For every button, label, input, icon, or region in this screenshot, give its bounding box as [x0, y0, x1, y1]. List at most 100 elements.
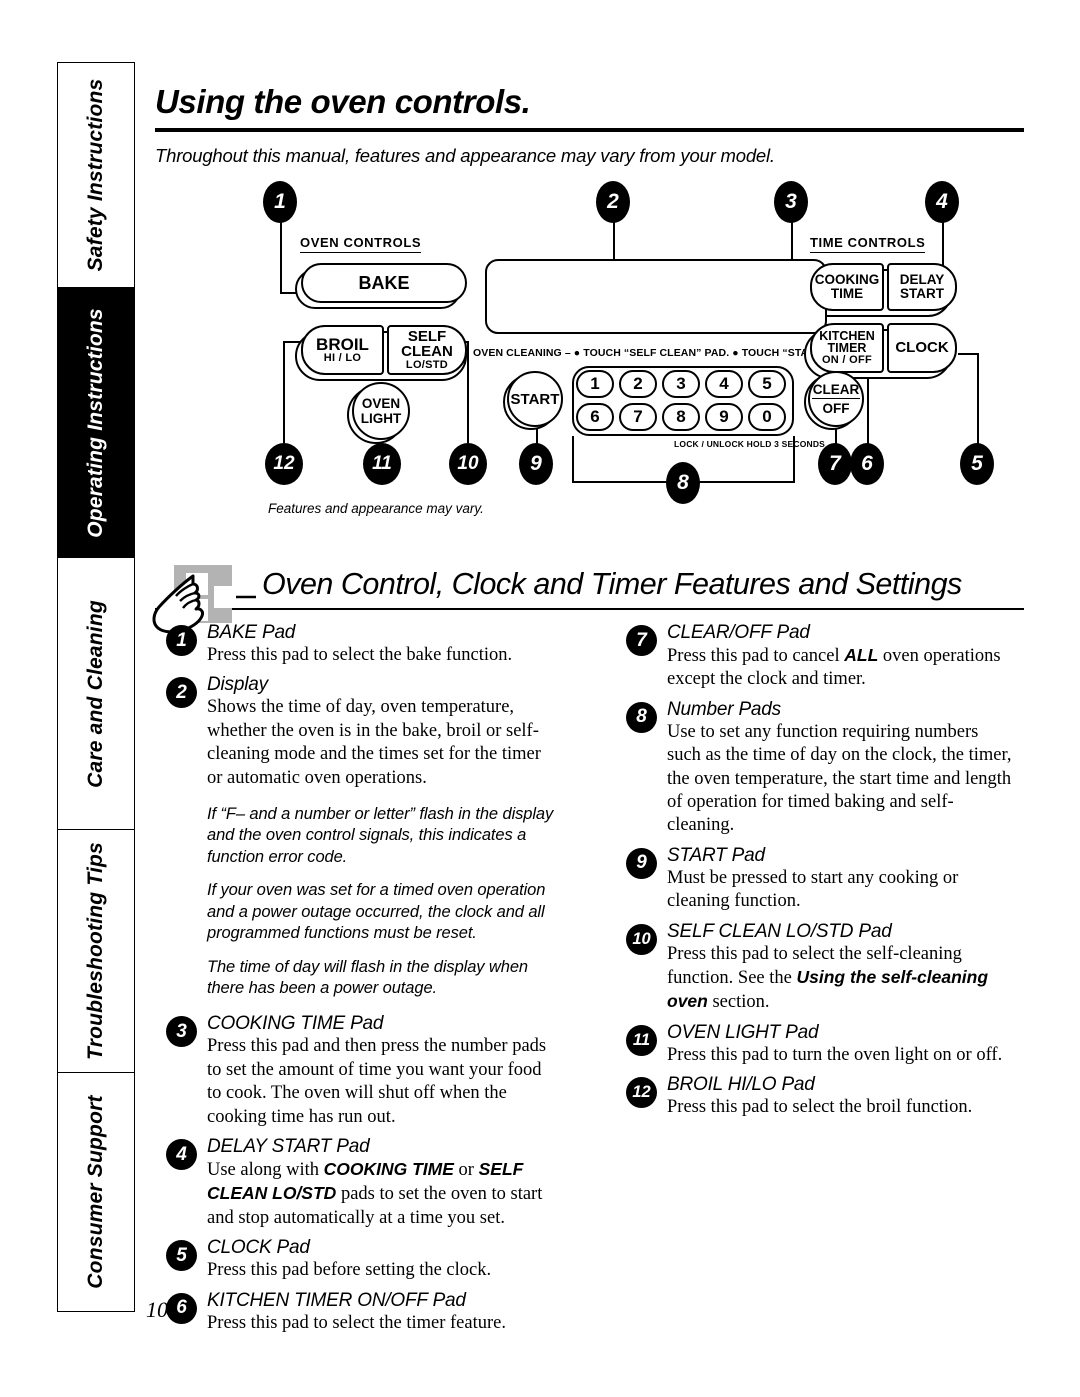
feature-item-number: 3 [166, 1016, 197, 1048]
feature-item-display: 2 Display Shows the time of day, oven te… [155, 674, 555, 790]
feature-item-number: 9 [626, 847, 657, 879]
start-pad-label: START [510, 390, 560, 408]
number-key-1[interactable]: 1 [576, 370, 614, 398]
section-divider [155, 608, 1024, 610]
self-clean-lo-std-pad[interactable]: SELF CLEAN LO/STD [387, 325, 467, 375]
section-heading: Oven Control, Clock and Timer Features a… [262, 567, 962, 601]
bake-pad[interactable]: BAKE [301, 263, 467, 303]
control-panel-diagram: OVEN CONTROLS TIME CONTROLS BAKE BROIL H… [155, 181, 1025, 531]
callout-label: 9 [530, 452, 542, 475]
body-pre: Use along with [207, 1160, 324, 1181]
kitchen-timer-on-off-pad[interactable]: KITCHEN TIMER ON / OFF [810, 323, 884, 373]
sidebar-item-troubleshooting-tips[interactable]: Troubleshooting Tips [57, 829, 135, 1072]
feature-item-number: 8 [626, 701, 657, 733]
number-key-5[interactable]: 5 [748, 370, 786, 398]
callout-3: 3 [774, 181, 808, 223]
self-clean-pad-label-2: CLEAN [401, 343, 453, 361]
oven-light-pad[interactable]: OVEN LIGHT [352, 382, 410, 440]
callout-4: 4 [925, 181, 959, 223]
number-key-9[interactable]: 9 [705, 403, 743, 431]
feature-item-body: Press this pad to select the self-cleani… [667, 943, 1015, 1015]
feature-item-body: Shows the time of day, oven temperature,… [207, 697, 541, 788]
broil-pad-label: BROIL [316, 334, 369, 354]
lock-unlock-strip: LOCK / UNLOCK HOLD 3 SECONDS [674, 439, 826, 449]
callout-8: 8 [666, 462, 700, 504]
feature-item-body: Press this pad to select the broil funct… [667, 1097, 973, 1118]
feature-item-clear-off-pad: 7 CLEAR/OFF Pad Press this pad to cancel… [615, 622, 1015, 692]
feature-item-body: Use along with COOKING TIME or SELF CLEA… [207, 1158, 555, 1230]
feature-item-number: 4 [166, 1139, 197, 1171]
callout-label: 2 [607, 190, 619, 213]
display-note: If your oven was set for a timed oven op… [207, 881, 546, 943]
display-note: If “F– and a number or letter” flash in … [207, 804, 554, 866]
number-key-4[interactable]: 4 [705, 370, 743, 398]
oven-cleaning-instruction-strip: OVEN CLEANING – ● TOUCH “SELF CLEAN” PAD… [473, 347, 856, 359]
number-key-2[interactable]: 2 [619, 370, 657, 398]
cooking-time-pad[interactable]: COOKING TIME [810, 263, 884, 311]
number-key-label: 0 [762, 407, 772, 426]
oven-display [485, 259, 827, 334]
feature-item-body: Press this pad to select the bake functi… [207, 645, 513, 665]
feature-item-title: Display [207, 674, 268, 696]
feature-item-body: Use to set any function requiring number… [667, 721, 1012, 836]
callout-9: 9 [519, 443, 553, 485]
feature-item-kitchen-timer-pad: 6 KITCHEN TIMER ON/OFF Pad Press this pa… [155, 1290, 555, 1335]
callout-label: 4 [936, 190, 948, 213]
bake-pad-label: BAKE [358, 272, 410, 293]
callout-5: 5 [960, 443, 994, 485]
number-key-3[interactable]: 3 [662, 370, 700, 398]
body-mid: or [453, 1160, 479, 1181]
sidebar-item-care-and-cleaning[interactable]: Care and Cleaning [57, 557, 135, 829]
clear-off-pad[interactable]: CLEAR OFF [808, 371, 864, 427]
oven-light-pad-label-1: OVEN [361, 396, 401, 411]
leader-line-2 [613, 221, 615, 261]
cooking-time-pad-label-1: COOKING [814, 272, 880, 288]
intro-text: Throughout this manual, features and app… [155, 145, 775, 166]
callout-label: 6 [861, 452, 873, 475]
time-controls-label: TIME CONTROLS [810, 235, 926, 253]
feature-item-cooking-time-pad: 3 COOKING TIME Pad Press this pad and th… [155, 1013, 555, 1129]
clock-pad[interactable]: CLOCK [887, 323, 957, 373]
feature-item-body: Press this pad to turn the oven light on… [667, 1044, 1003, 1065]
feature-item-self-clean-pad: 10 SELF CLEAN LO/STD Pad Press this pad … [615, 921, 1015, 1015]
callout-label: 5 [971, 452, 983, 475]
feature-item-number: 1 [166, 625, 197, 656]
feature-item-number: 2 [166, 677, 197, 709]
leader-line-8-right [793, 436, 795, 483]
leader-line-10 [467, 341, 469, 443]
delay-start-pad[interactable]: DELAY START [887, 263, 957, 311]
feature-item-bake-pad: 1 BAKE Pad Press this pad to select the … [155, 622, 555, 667]
number-key-label: 8 [676, 407, 686, 426]
oven-light-pad-label-2: LIGHT [360, 411, 402, 426]
self-clean-pad-label-1: SELF [407, 328, 447, 346]
feature-item-title: CLOCK Pad [207, 1237, 310, 1259]
callout-6: 6 [850, 443, 884, 485]
feature-item-title: BROIL HI/LO Pad [667, 1074, 815, 1096]
section-header: Oven Control, Clock and Timer Features a… [152, 565, 1025, 634]
number-key-6[interactable]: 6 [576, 403, 614, 431]
start-pad[interactable]: START [507, 371, 563, 427]
broil-hi-lo-pad[interactable]: BROIL HI / LO [301, 325, 384, 375]
sidebar-item-consumer-support[interactable]: Consumer Support [57, 1072, 135, 1312]
title-divider [155, 128, 1024, 132]
callout-10: 10 [449, 443, 487, 485]
feature-item-number: 5 [166, 1240, 197, 1272]
page-title: Using the oven controls. [155, 83, 531, 120]
body-emphasis-all: ALL [844, 645, 879, 665]
sidebar-item-safety-instructions[interactable]: Safety Instructions [57, 62, 135, 287]
number-key-0[interactable]: 0 [748, 403, 786, 431]
sidebar-item-label: Consumer Support [84, 1095, 107, 1289]
number-key-7[interactable]: 7 [619, 403, 657, 431]
feature-item-body: Press this pad to cancel ALL oven operat… [667, 644, 1015, 692]
feature-item-number: 6 [166, 1292, 197, 1324]
oven-controls-label: OVEN CONTROLS [300, 235, 422, 253]
leader-line-1 [280, 221, 282, 293]
broil-pad-sublabel: HI / LO [323, 352, 362, 365]
feature-item-number: 12 [626, 1077, 657, 1109]
sidebar-item-operating-instructions[interactable]: Operating Instructions [57, 287, 135, 557]
callout-label: 3 [785, 190, 797, 213]
number-key-8[interactable]: 8 [662, 403, 700, 431]
callout-2: 2 [596, 181, 630, 223]
feature-item-delay-start-pad: 4 DELAY START Pad Use along with COOKING… [155, 1136, 555, 1230]
feature-item-title: START Pad [667, 844, 765, 866]
